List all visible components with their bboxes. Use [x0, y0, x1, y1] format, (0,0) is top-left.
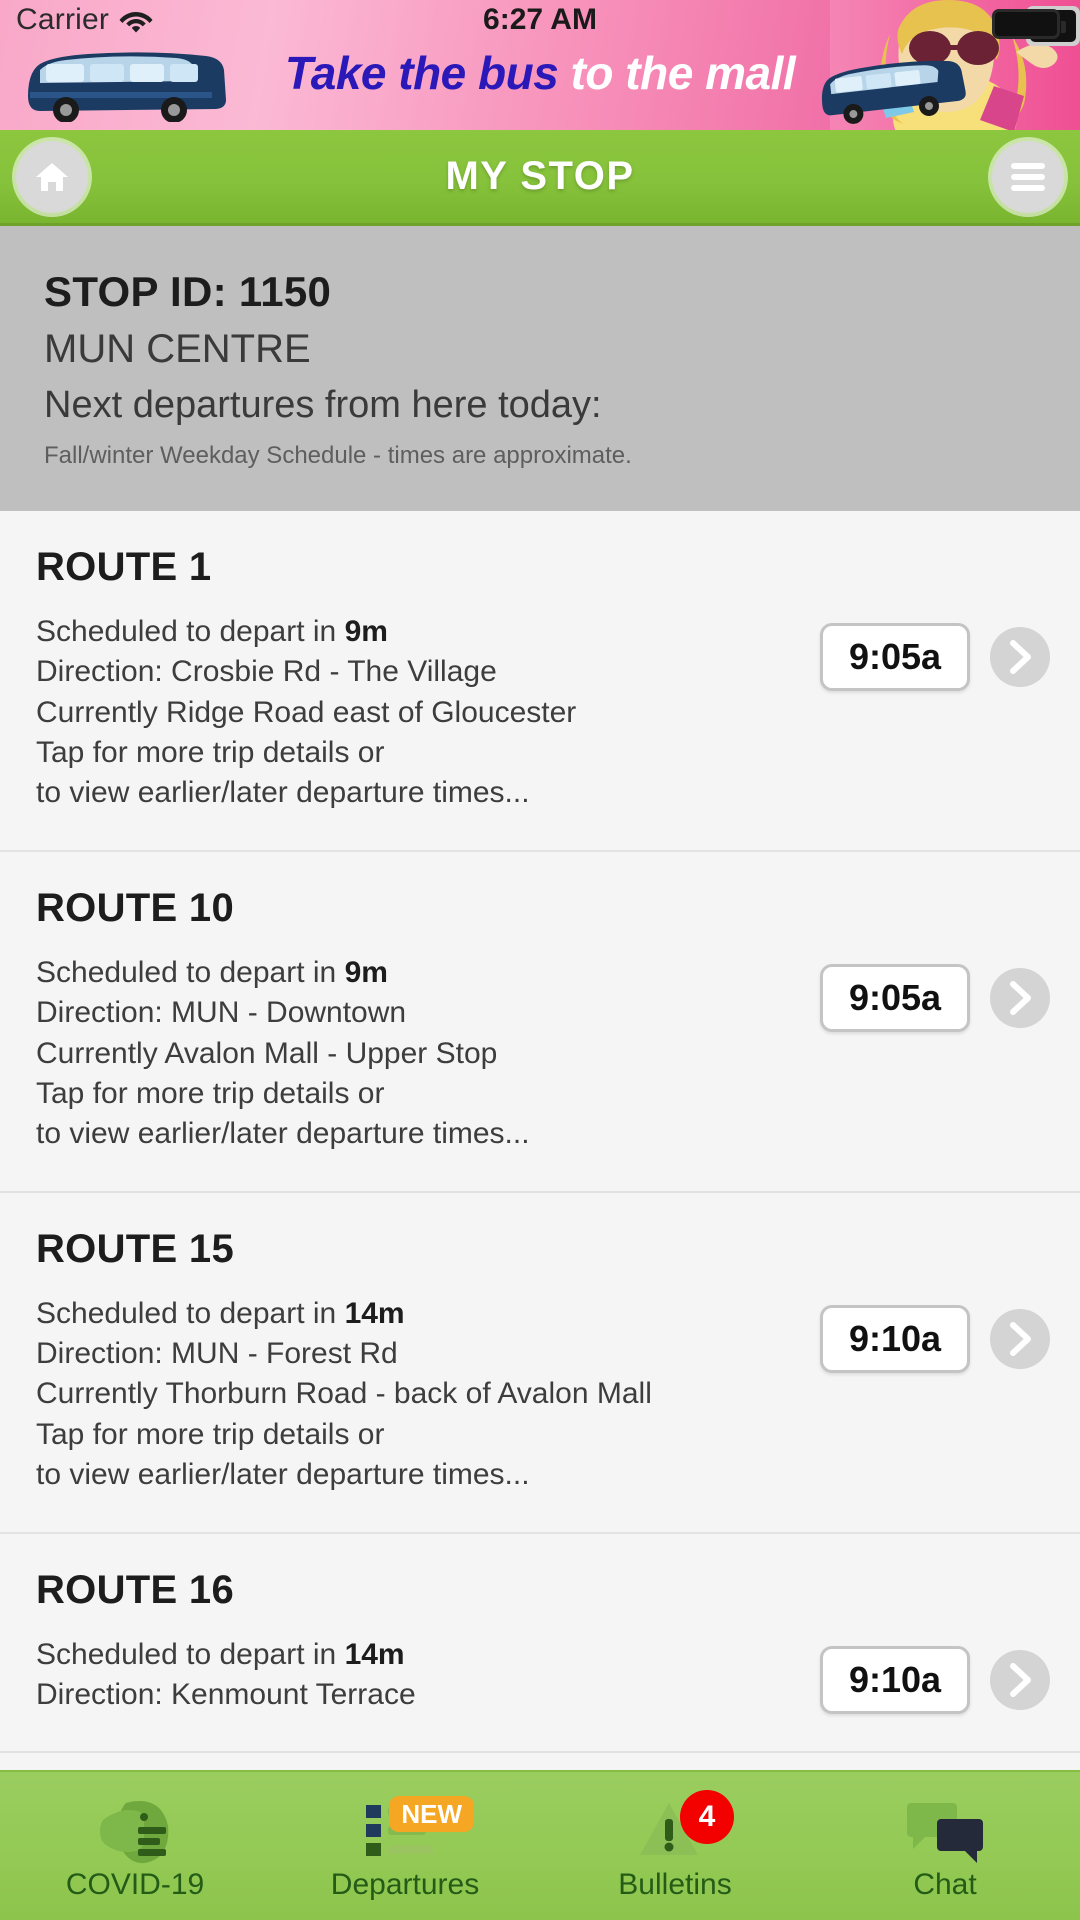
tab-label: COVID-19 [65, 1868, 205, 1901]
route-card[interactable]: ROUTE 15 Scheduled to depart in 14m Dire… [0, 1192, 1080, 1534]
route-currently: Currently Thorburn Road - back of Avalon… [36, 1377, 652, 1411]
route-scheduled-value: 14m [344, 1637, 405, 1671]
route-card[interactable]: ROUTE 1 Scheduled to depart in 9m Direct… [0, 510, 1080, 852]
departure-time-badge[interactable]: 9:10a [820, 1304, 970, 1373]
home-button[interactable] [16, 140, 88, 213]
ad-banner[interactable]: Take the bus to the mall Carrier 6:27 AM [0, 0, 1080, 130]
home-icon [36, 162, 68, 191]
face-mask-icon [100, 1801, 169, 1864]
route-direction: Direction: Crosbie Rd - The Village [36, 655, 497, 689]
chevron-right-icon [1010, 1321, 1031, 1356]
route-title: ROUTE 10 [36, 885, 235, 930]
tab-icon-wrap: 4 [610, 1790, 740, 1868]
bottom-tab-bar: COVID-19 NEW Departures 4 Bulletins Chat [0, 1770, 1080, 1920]
route-actions: 9:10a [820, 1304, 1050, 1373]
status-time: 6:27 AM [483, 3, 597, 36]
tab-icon-wrap: NEW [340, 1792, 474, 1868]
departure-time-badge[interactable]: 9:05a [820, 622, 970, 691]
route-tap-hint-1: Tap for more trip details or [36, 1417, 385, 1451]
route-direction: Direction: MUN - Downtown [36, 996, 407, 1030]
chevron-right-icon [1010, 1662, 1031, 1697]
ad-headline-light: to the mall [570, 47, 796, 99]
battery-icon [992, 9, 1066, 39]
chat-bubbles-icon [907, 1803, 983, 1863]
hamburger-menu-icon [1011, 162, 1045, 191]
route-tap-hint-2: to view earlier/later departure times... [36, 776, 530, 810]
route-scheduled: Scheduled to depart in 9m [36, 614, 820, 648]
status-bar: Carrier 6:27 AM [0, 0, 1080, 40]
app-header: MY STOP [0, 130, 1080, 226]
route-card[interactable]: ROUTE 10 Scheduled to depart in 9m Direc… [0, 851, 1080, 1193]
route-actions: 9:05a [820, 963, 1050, 1032]
tab-icon-wrap [880, 1792, 1010, 1868]
next-departures-label: Next departures from here today: [44, 384, 602, 427]
route-detail-button[interactable] [990, 1308, 1050, 1369]
tab-label: Departures [330, 1868, 480, 1901]
route-title: ROUTE 1 [36, 544, 212, 589]
route-scheduled-prefix: Scheduled to depart in [36, 614, 345, 648]
route-list: ROUTE 1 Scheduled to depart in 9m Direct… [0, 510, 1080, 1754]
chevron-right-icon [1010, 639, 1031, 674]
route-currently: Currently Avalon Mall - Upper Stop [36, 1036, 498, 1070]
route-actions: 9:05a [820, 622, 1050, 691]
route-details: ROUTE 15 Scheduled to depart in 14m Dire… [36, 1227, 820, 1500]
app-screen: Take the bus to the mall Carrier 6:27 AM [0, 0, 1080, 1920]
tab-covid19[interactable]: COVID-19 [0, 1772, 270, 1920]
chevron-right-icon [1010, 980, 1031, 1015]
route-scheduled: Scheduled to depart in 14m [36, 1296, 820, 1330]
route-scheduled-value: 9m [344, 955, 388, 989]
page-title: MY STOP [445, 154, 635, 198]
route-details: ROUTE 16 Scheduled to depart in 14m Dire… [36, 1568, 820, 1720]
bulletin-count-badge: 4 [680, 1790, 734, 1844]
tab-label: Bulletins [618, 1868, 732, 1901]
new-badge: NEW [389, 1796, 474, 1832]
ad-headline: Take the bus to the mall [0, 46, 1080, 100]
route-detail-button[interactable] [990, 967, 1050, 1028]
tab-icon-wrap [70, 1792, 200, 1868]
route-currently: Currently Ridge Road east of Gloucester [36, 695, 577, 729]
route-tap-hint-1: Tap for more trip details or [36, 1076, 385, 1110]
ad-headline-strong: Take the bus [284, 47, 559, 99]
route-scheduled-prefix: Scheduled to depart in [36, 1296, 345, 1330]
route-scheduled: Scheduled to depart in 14m [36, 1637, 820, 1671]
route-scheduled-prefix: Scheduled to depart in [36, 955, 345, 989]
route-scheduled-value: 9m [344, 614, 388, 648]
route-scheduled-prefix: Scheduled to depart in [36, 1637, 345, 1671]
departure-time-badge[interactable]: 9:05a [820, 963, 970, 1032]
route-title: ROUTE 16 [36, 1567, 235, 1612]
route-title: ROUTE 15 [36, 1226, 235, 1271]
stop-info-panel: STOP ID: 1150 MUN CENTRE Next departures… [0, 226, 1080, 511]
route-actions: 9:10a [820, 1645, 1050, 1714]
route-scheduled-value: 14m [344, 1296, 405, 1330]
route-tap-hint-2: to view earlier/later departure times... [36, 1458, 530, 1492]
route-tap-hint-1: Tap for more trip details or [36, 735, 385, 769]
departure-time-badge[interactable]: 9:10a [820, 1645, 970, 1714]
route-direction: Direction: Kenmount Terrace [36, 1678, 416, 1712]
route-scheduled: Scheduled to depart in 9m [36, 955, 820, 989]
tab-chat[interactable]: Chat [810, 1772, 1080, 1920]
route-card[interactable]: ROUTE 16 Scheduled to depart in 14m Dire… [0, 1533, 1080, 1754]
route-details: ROUTE 1 Scheduled to depart in 9m Direct… [36, 545, 820, 818]
route-detail-button[interactable] [990, 626, 1050, 687]
route-detail-button[interactable] [990, 1649, 1050, 1710]
stop-id: STOP ID: 1150 [44, 268, 332, 315]
tab-label: Chat [913, 1868, 977, 1901]
tab-departures[interactable]: NEW Departures [270, 1772, 540, 1920]
stop-name: MUN CENTRE [44, 327, 311, 372]
route-details: ROUTE 10 Scheduled to depart in 9m Direc… [36, 886, 820, 1159]
route-tap-hint-2: to view earlier/later departure times... [36, 1117, 530, 1151]
schedule-note: Fall/winter Weekday Schedule - times are… [44, 441, 632, 469]
route-direction: Direction: MUN - Forest Rd [36, 1337, 398, 1371]
tab-bulletins[interactable]: 4 Bulletins [540, 1772, 810, 1920]
menu-button[interactable] [992, 140, 1064, 213]
